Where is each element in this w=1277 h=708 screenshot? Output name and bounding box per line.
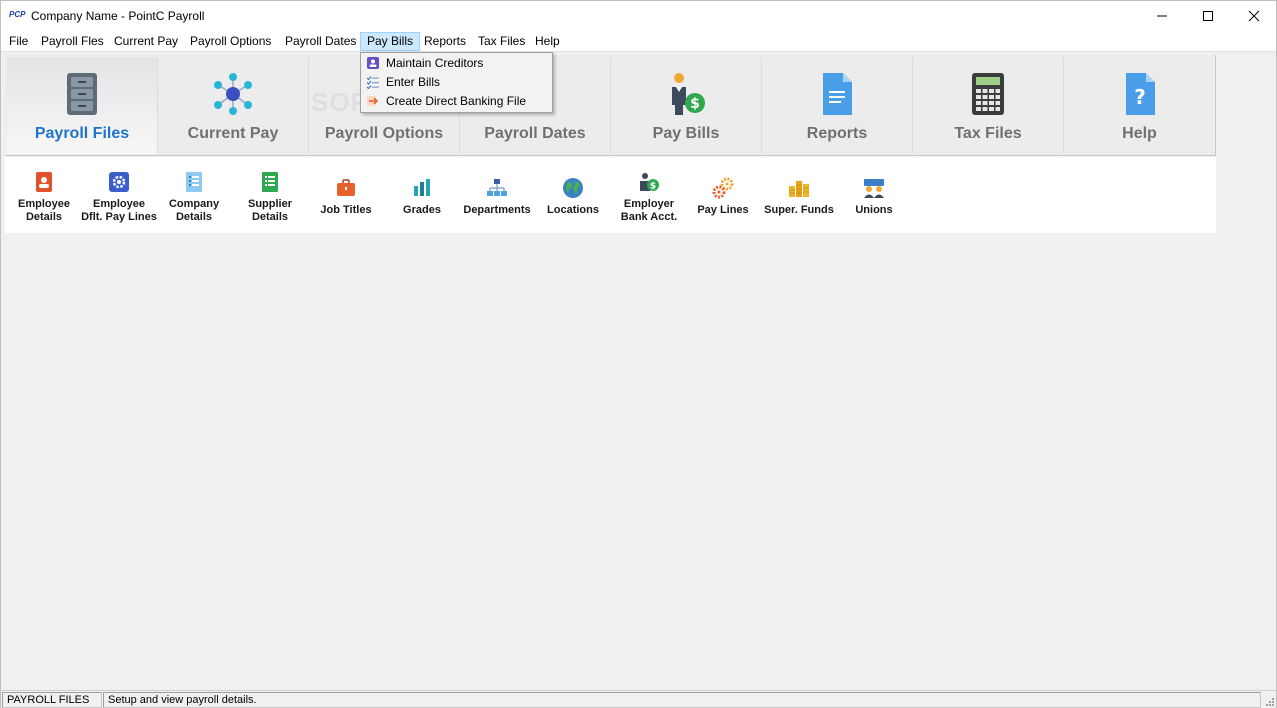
employee-details-button[interactable]: Employee Details xyxy=(7,169,81,229)
green-list-icon xyxy=(262,172,278,192)
tab-label: Help xyxy=(1122,125,1157,142)
gear-badge-icon xyxy=(109,172,129,192)
employee-default-pay-lines-button[interactable]: Employee Dflt. Pay Lines xyxy=(81,169,157,229)
menu-payroll-files[interactable]: Payroll Fles xyxy=(35,32,110,51)
minimize-icon xyxy=(1157,15,1167,17)
calculator-icon xyxy=(972,73,1004,115)
tab-label: Current Pay xyxy=(187,125,279,142)
tab-label: Reports xyxy=(806,125,868,142)
employee-card-icon xyxy=(36,172,52,192)
tab-label: Tax Files xyxy=(954,125,1022,142)
coin-stacks-icon xyxy=(789,181,809,197)
status-section: PAYROLL FILES xyxy=(2,692,102,708)
tab-label: Payroll Options xyxy=(324,125,444,142)
arrow-right-icon xyxy=(367,96,379,106)
person-card-icon xyxy=(367,57,379,69)
window-title: Company Name - PointC Payroll xyxy=(31,9,205,23)
bank-person-icon: $ xyxy=(640,173,659,192)
gears-icon xyxy=(712,177,734,199)
unions-button[interactable]: Unions xyxy=(837,169,911,229)
close-button[interactable] xyxy=(1231,1,1277,31)
menu-item-enter-bills[interactable]: Enter Bills xyxy=(362,73,551,92)
item-label: Supplier Details xyxy=(247,198,292,223)
tab-payroll-files[interactable]: Payroll Files xyxy=(7,57,158,154)
menu-payroll-dates[interactable]: Payroll Dates xyxy=(279,32,362,51)
svg-text:$: $ xyxy=(650,182,656,192)
svg-text:$: $ xyxy=(690,96,700,112)
resize-grip-icon[interactable] xyxy=(1263,695,1275,707)
tab-pay-bills[interactable]: $ Pay Bills xyxy=(611,57,762,154)
item-label: Pay Lines xyxy=(697,204,749,216)
item-label: Locations xyxy=(547,204,599,216)
menu-item-label: Enter Bills xyxy=(386,75,441,89)
ribbon: Payroll Files Current Pay Payroll Option… xyxy=(5,55,1216,156)
filing-cabinet-icon xyxy=(67,73,97,115)
item-label: Employee Dflt. Pay Lines xyxy=(81,198,157,223)
status-bar: PAYROLL FILES Setup and view payroll det… xyxy=(1,690,1276,708)
menu-item-label: Create Direct Banking File xyxy=(386,94,527,108)
maximize-icon xyxy=(1203,11,1213,21)
list-document-icon xyxy=(186,172,202,192)
minimize-button[interactable] xyxy=(1139,1,1185,31)
pay-lines-button[interactable]: Pay Lines xyxy=(686,169,760,229)
tab-label: Pay Bills xyxy=(652,125,720,142)
item-label: Departments xyxy=(463,204,531,216)
bar-chart-icon xyxy=(414,179,430,196)
tab-label: Payroll Dates xyxy=(484,125,586,142)
super-funds-button[interactable]: Super. Funds xyxy=(762,169,836,229)
menu-item-maintain-creditors[interactable]: Maintain Creditors xyxy=(362,54,551,73)
item-label: Job Titles xyxy=(320,204,372,216)
status-message: Setup and view payroll details. xyxy=(103,692,1261,708)
item-label: Employee Details xyxy=(18,198,70,223)
tab-reports[interactable]: Reports xyxy=(762,57,913,154)
job-titles-button[interactable]: Job Titles xyxy=(309,169,383,229)
menu-pay-bills[interactable]: Pay Bills xyxy=(360,32,421,51)
supplier-details-button[interactable]: Supplier Details xyxy=(233,169,307,229)
svg-text:?: ? xyxy=(1134,85,1146,109)
tab-help[interactable]: ? Help xyxy=(1064,57,1215,154)
tab-tax-files[interactable]: Tax Files xyxy=(913,57,1064,154)
group-icon xyxy=(864,179,884,198)
menu-item-create-direct-banking-file[interactable]: Create Direct Banking File xyxy=(362,92,551,111)
menu-help[interactable]: Help xyxy=(529,32,566,51)
menu-reports[interactable]: Reports xyxy=(418,32,472,51)
item-label: Grades xyxy=(403,204,441,216)
employer-bank-account-button[interactable]: $ Employer Bank Acct. xyxy=(612,169,686,229)
tab-current-pay[interactable]: Current Pay xyxy=(158,57,309,154)
departments-button[interactable]: Departments xyxy=(460,169,534,229)
globe-icon xyxy=(563,178,583,198)
tab-label: Payroll Files xyxy=(34,125,130,142)
document-icon xyxy=(823,73,852,115)
pay-bills-dropdown: Maintain Creditors Enter Bills Create Di… xyxy=(360,52,553,113)
menu-item-label: Maintain Creditors xyxy=(386,56,484,70)
org-chart-icon xyxy=(487,179,507,196)
menu-file[interactable]: File xyxy=(3,32,34,51)
briefcase-icon xyxy=(337,179,355,196)
app-window: PCP Company Name - PointC Payroll File P… xyxy=(0,0,1277,708)
network-nodes-icon xyxy=(214,73,252,115)
item-label: Unions xyxy=(855,204,893,216)
locations-button[interactable]: Locations xyxy=(536,169,610,229)
app-logo: PCP xyxy=(9,10,26,19)
menu-bar: File Payroll Fles Current Pay Payroll Op… xyxy=(1,31,1276,52)
person-money-icon: $ xyxy=(672,73,705,115)
grades-button[interactable]: Grades xyxy=(385,169,459,229)
sub-toolbar: Employee Details Employee Dflt. Pay Lines … xyxy=(5,157,1216,233)
close-icon xyxy=(1248,10,1260,22)
company-details-button[interactable]: Company Details xyxy=(157,169,231,229)
title-bar: PCP Company Name - PointC Payroll xyxy=(1,1,1276,31)
menu-current-pay[interactable]: Current Pay xyxy=(108,32,184,51)
item-label: Super. Funds xyxy=(764,204,834,216)
item-label: Company Details xyxy=(168,198,220,223)
maximize-button[interactable] xyxy=(1185,1,1231,31)
help-document-icon: ? xyxy=(1125,73,1155,115)
checklist-icon xyxy=(366,76,379,89)
menu-tax-files[interactable]: Tax Files xyxy=(472,32,531,51)
menu-payroll-options[interactable]: Payroll Options xyxy=(184,32,277,51)
